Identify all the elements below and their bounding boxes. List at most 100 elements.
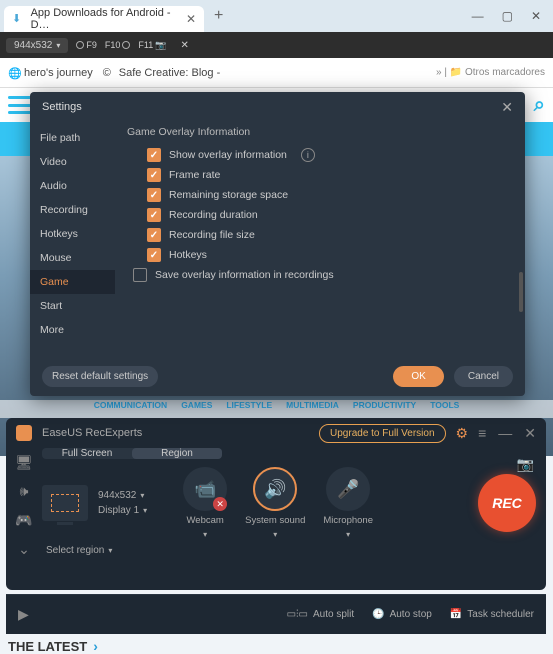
nav-file-path[interactable]: File path <box>30 126 115 150</box>
bookmark-heros-journey[interactable]: 🌐 hero's journey <box>8 67 93 79</box>
recorder-footer: ▶ ▭⫶▭Auto split 🕒Auto stop 📅Task schedul… <box>6 594 546 634</box>
recorder-sidebar: 🖥 🕪 🎮 ⌄ <box>6 448 42 548</box>
opt-duration[interactable]: ✓Recording duration <box>147 208 513 222</box>
nav-more[interactable]: More <box>30 318 115 342</box>
calendar-icon: 📅 <box>450 609 462 620</box>
tab-close-icon[interactable]: ✕ <box>186 12 196 26</box>
webcam-source[interactable]: 📹✕ Webcam▾ <box>183 467 227 539</box>
opt-storage[interactable]: ✓Remaining storage space <box>147 188 513 202</box>
cat-productivity[interactable]: PRODUCTIVITY <box>353 400 416 418</box>
opt-frame-rate[interactable]: ✓Frame rate <box>147 168 513 182</box>
f9-key[interactable]: F9 <box>76 40 97 50</box>
chevron-down-icon: ▾ <box>56 41 60 50</box>
scrollbar[interactable] <box>519 272 523 312</box>
tab-region[interactable]: Region <box>132 448 222 459</box>
disabled-badge-icon: ✕ <box>213 497 227 511</box>
info-icon[interactable]: i <box>301 148 315 162</box>
recorder-logo <box>16 425 32 441</box>
monitor-icon[interactable] <box>42 485 88 521</box>
nav-game[interactable]: Game <box>30 270 115 294</box>
category-strip: COMMUNICATION GAMES LIFESTYLE MULTIMEDIA… <box>0 400 553 418</box>
settings-panel: Game Overlay Information ✓Show overlay i… <box>115 122 525 356</box>
new-tab-button[interactable]: + <box>214 7 223 25</box>
browser-tab[interactable]: ⬇ App Downloads for Android - D… ✕ <box>4 6 204 32</box>
cancel-button[interactable]: Cancel <box>454 366 513 387</box>
minimize-icon[interactable]: — <box>472 9 484 23</box>
settings-nav: File path Video Audio Recording Hotkeys … <box>30 122 115 356</box>
f10-key[interactable]: F10 <box>105 40 131 50</box>
system-sound-source[interactable]: 🔊 System sound▾ <box>245 467 305 539</box>
chevron-down-icon[interactable]: ⌄ <box>18 541 30 558</box>
f11-key[interactable]: F11📷 <box>138 40 166 51</box>
clock-icon: 🕒 <box>372 609 384 620</box>
sound-icon[interactable]: 🕪 <box>20 483 29 500</box>
page-content: ⌕ Settings ✕ File path Video Audio Recor… <box>0 88 553 572</box>
opt-hotkeys[interactable]: ✓Hotkeys <box>147 248 513 262</box>
menu-icon[interactable] <box>8 96 32 114</box>
mic-off-icon: 🎤 <box>337 479 359 500</box>
recorder-window: EaseUS RecExperts Upgrade to Full Versio… <box>6 418 546 590</box>
window-controls: — ▢ ✕ <box>472 9 549 23</box>
opt-save-in-recordings[interactable]: Save overlay information in recordings <box>133 268 513 282</box>
browser-titlebar: ⬇ App Downloads for Android - D… ✕ + — ▢… <box>0 0 553 32</box>
bookmarks-bar: 🌐 hero's journey © Safe Creative: Blog -… <box>0 58 553 88</box>
dimension-pill[interactable]: 944x532 ▾ <box>6 38 68 53</box>
rec-close-icon[interactable]: ✕ <box>524 425 536 442</box>
copyright-icon: © <box>103 67 115 79</box>
nav-mouse[interactable]: Mouse <box>30 246 115 270</box>
webcam-icon: 📹 <box>194 479 216 500</box>
maximize-icon[interactable]: ▢ <box>502 9 513 23</box>
microphone-source[interactable]: 🎤 Microphone▾ <box>323 467 373 539</box>
nav-recording[interactable]: Recording <box>30 198 115 222</box>
upgrade-button[interactable]: Upgrade to Full Version <box>319 424 446 443</box>
recordings-list-icon[interactable]: ▶ <box>18 606 29 623</box>
settings-dialog: Settings ✕ File path Video Audio Recordi… <box>30 92 525 396</box>
nav-video[interactable]: Video <box>30 150 115 174</box>
nav-hotkeys[interactable]: Hotkeys <box>30 222 115 246</box>
speaker-icon: 🔊 <box>264 479 286 500</box>
split-icon: ▭⫶▭ <box>287 609 308 620</box>
ok-button[interactable]: OK <box>393 366 443 387</box>
cat-games[interactable]: GAMES <box>181 400 212 418</box>
display-block: 944x532▾ Display 1▾ <box>42 485 147 521</box>
bookmark-safe-creative[interactable]: © Safe Creative: Blog - <box>103 67 221 79</box>
close-icon[interactable]: ✕ <box>531 9 541 23</box>
auto-stop-button[interactable]: 🕒Auto stop <box>372 609 432 620</box>
display-dropdown[interactable]: Display 1▾ <box>98 505 147 516</box>
section-title: Game Overlay Information <box>127 126 513 138</box>
screen-icon[interactable]: 🖥 <box>15 454 33 471</box>
tab-favicon: ⬇ <box>12 12 25 26</box>
settings-close-icon[interactable]: ✕ <box>501 99 513 116</box>
globe-icon: 🌐 <box>8 67 20 79</box>
devtools-bar: 944x532 ▾ F9 F10 F11📷 ✕ <box>0 32 553 58</box>
search-icon[interactable]: ⌕ <box>534 94 545 117</box>
latest-heading: THE LATEST › <box>8 638 98 654</box>
gear-icon[interactable]: ⚙ <box>456 425 469 442</box>
resolution-dropdown[interactable]: 944x532▾ <box>98 490 147 501</box>
select-region-dropdown[interactable]: Select region▾ <box>46 545 546 556</box>
reset-button[interactable]: Reset default settings <box>42 366 158 387</box>
rec-menu-icon[interactable]: ≡ <box>478 425 486 442</box>
other-bookmarks[interactable]: » | 📁 Otros marcadores <box>436 67 545 78</box>
task-scheduler-button[interactable]: 📅Task scheduler <box>450 609 534 620</box>
tab-title: App Downloads for Android - D… <box>31 7 176 31</box>
nav-start[interactable]: Start <box>30 294 115 318</box>
auto-split-button[interactable]: ▭⫶▭Auto split <box>287 609 355 620</box>
recorder-title: EaseUS RecExperts <box>42 427 142 439</box>
chevron-right-icon: › <box>93 638 98 654</box>
mode-tabs: Full Screen Region <box>42 448 222 459</box>
tab-fullscreen[interactable]: Full Screen <box>42 448 132 459</box>
camera-icon[interactable]: 📷 <box>517 456 534 473</box>
cat-lifestyle[interactable]: LIFESTYLE <box>226 400 272 418</box>
settings-title: Settings <box>42 101 82 113</box>
cat-tools[interactable]: TOOLS <box>430 400 459 418</box>
game-icon[interactable]: 🎮 <box>15 512 32 529</box>
rec-minimize-icon[interactable]: — <box>498 425 512 442</box>
nav-audio[interactable]: Audio <box>30 174 115 198</box>
opt-show-overlay[interactable]: ✓Show overlay informationi <box>147 148 513 162</box>
devtools-close-icon[interactable]: ✕ <box>180 40 188 51</box>
cat-multimedia[interactable]: MULTIMEDIA <box>286 400 339 418</box>
record-button[interactable]: REC <box>478 474 536 532</box>
cat-communication[interactable]: COMMUNICATION <box>94 400 168 418</box>
opt-filesize[interactable]: ✓Recording file size <box>147 228 513 242</box>
